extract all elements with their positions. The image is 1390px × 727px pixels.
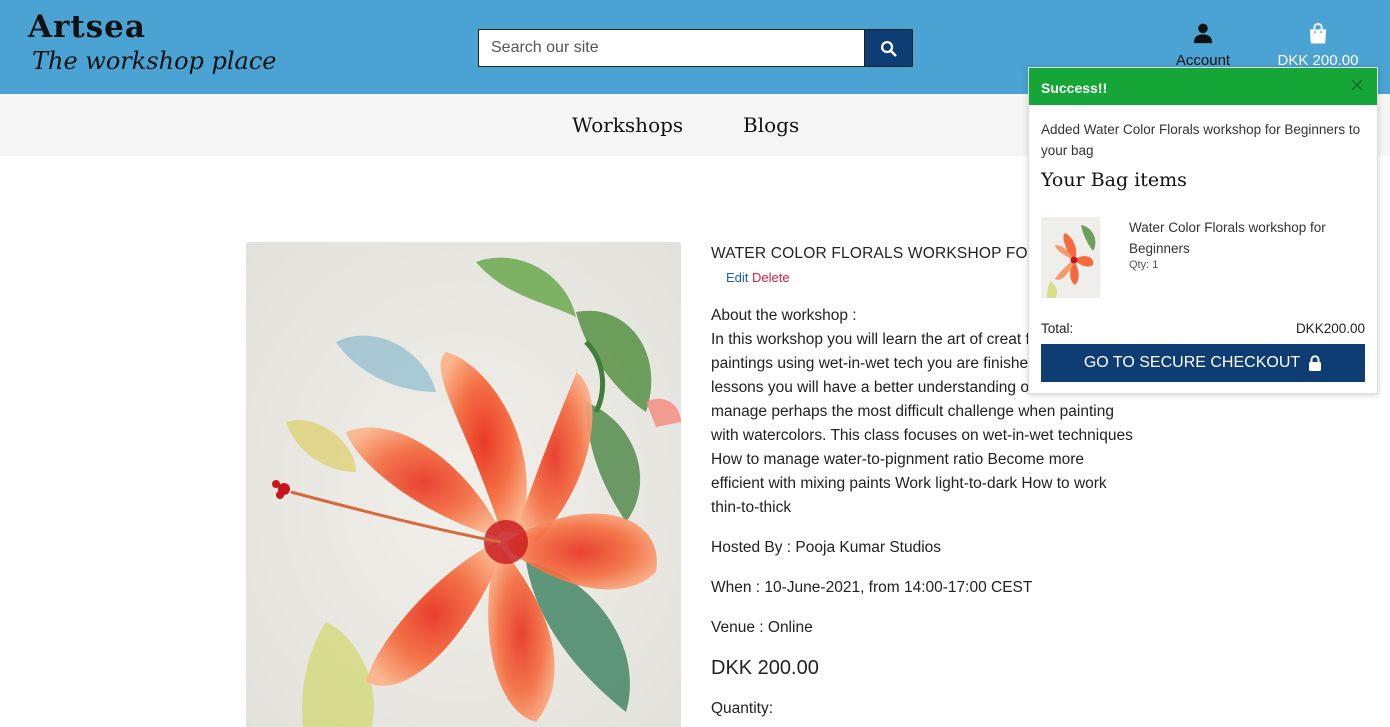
brand-name: Artsea xyxy=(28,9,146,45)
event-date: When : 10-June-2021, from 14:00-17:00 CE… xyxy=(711,579,1033,596)
product-image xyxy=(246,242,681,727)
bag-item: Water Color Florals workshop for Beginne… xyxy=(1041,217,1371,299)
hosted-by: Hosted By : Pooja Kumar Studios xyxy=(711,539,942,556)
search-input[interactable] xyxy=(478,29,864,67)
total-value: DKK200.00 xyxy=(1295,321,1365,336)
bag-items-heading: Your Bag items xyxy=(1041,169,1187,191)
checkout-label: GO TO SECURE CHECKOUT xyxy=(1083,354,1301,371)
account-link[interactable]: Account xyxy=(1168,22,1238,70)
delete-link[interactable]: Delete xyxy=(752,270,790,285)
search-form xyxy=(478,29,913,67)
search-icon xyxy=(880,40,897,57)
nav-blogs[interactable]: Blogs xyxy=(743,113,799,137)
user-icon xyxy=(1193,23,1213,44)
brand-logo[interactable]: Artsea The workshop place xyxy=(28,8,277,76)
quantity-label: Quantity: xyxy=(711,700,774,717)
close-icon[interactable] xyxy=(1349,77,1365,93)
edit-link[interactable]: Edit xyxy=(726,270,748,285)
bag-total-row: Total: DKK200.00 xyxy=(1041,321,1365,336)
toast-header: Success!! xyxy=(1029,68,1377,105)
search-button[interactable] xyxy=(864,29,913,67)
brand-tagline: The workshop place xyxy=(32,47,277,75)
bag-link[interactable]: DKK 200.00 xyxy=(1268,22,1368,70)
checkout-button[interactable]: GO TO SECURE CHECKOUT xyxy=(1041,344,1365,382)
shopping-bag-icon xyxy=(1309,23,1327,44)
bag-item-qty: Qty: 1 xyxy=(1129,259,1159,271)
bag-item-thumbnail xyxy=(1041,217,1100,298)
bag-item-name: Water Color Florals workshop for Beginne… xyxy=(1129,220,1326,256)
toast-title: Success!! xyxy=(1041,80,1108,96)
lock-icon xyxy=(1309,355,1322,371)
venue: Venue : Online xyxy=(711,619,813,636)
product-price: DKK 200.00 xyxy=(711,657,819,679)
total-label: Total: xyxy=(1041,321,1074,336)
nav-workshops[interactable]: Workshops xyxy=(572,113,683,137)
toast-message: Added Water Color Florals workshop for B… xyxy=(1041,122,1361,158)
success-toast: Success!! Added Water Color Florals work… xyxy=(1028,67,1378,394)
